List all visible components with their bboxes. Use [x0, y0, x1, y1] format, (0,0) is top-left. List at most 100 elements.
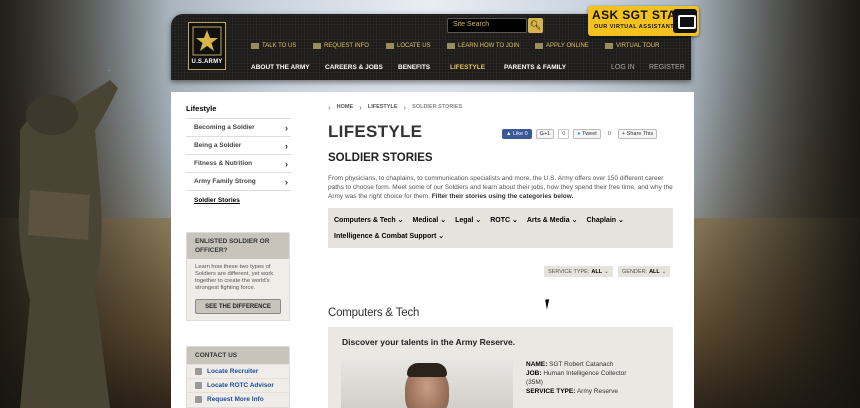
chevron-down-icon: ⌄ — [661, 268, 667, 275]
chevron-right-icon: › — [359, 102, 362, 112]
util-link-request[interactable]: REQUEST INFO — [313, 43, 369, 49]
soldier-silhouette-image — [18, 70, 118, 408]
filter-legal[interactable]: Legal ⌄ — [455, 216, 481, 224]
locate-rotc-link[interactable]: Locate ROTC Advisor — [187, 378, 289, 392]
chevron-down-icon: ⌄ — [475, 217, 482, 224]
chevron-down-icon: ⌄ — [511, 217, 518, 224]
soldier-service: Army Reserve — [576, 388, 619, 395]
chevron-down-icon: ⌄ — [618, 217, 624, 224]
filter-computers-tech[interactable]: Computers & Tech ⌄ — [334, 216, 404, 224]
magnifier-icon: 🔍︎ — [529, 20, 542, 30]
sidebar-item-soldier-stories[interactable]: Soldier Stories — [186, 191, 291, 209]
chevron-down-icon: ⌄ — [571, 217, 578, 224]
filter-rotc[interactable]: ROTC ⌄ — [490, 216, 518, 224]
chevron-right-icon: › — [328, 102, 331, 112]
flag-icon — [195, 382, 202, 389]
chevron-down-icon: ⌄ — [438, 233, 445, 240]
chevron-down-icon: ⌄ — [397, 217, 404, 224]
tweet-button[interactable]: ● Tweet — [573, 129, 601, 139]
chat-icon — [251, 43, 259, 49]
category-filter-bar: Computers & Tech ⌄ Medical ⌄ Legal ⌄ ROT… — [328, 208, 673, 248]
laptop-icon — [535, 43, 543, 49]
sgt-star-title: ASK SGT STAR — [592, 8, 686, 22]
envelope-icon — [195, 396, 202, 403]
soldier-photo[interactable] — [341, 360, 513, 408]
intro-text: From physicians, to chaplains, to commun… — [328, 175, 673, 200]
login-link[interactable]: LOG IN — [611, 64, 635, 71]
sidebar-nav: Lifestyle Becoming a Soldier › Being a So… — [186, 102, 291, 209]
sidebar-item-fitness[interactable]: Fitness & Nutrition › — [186, 155, 291, 173]
person-icon — [447, 43, 455, 49]
sgt-star-subtitle: OUR VIRTUAL ASSISTANT — [594, 24, 675, 30]
chevron-right-icon: › — [403, 102, 407, 112]
soldier-info: NAME: SGT Robert Catanach JOB: Human Int… — [526, 361, 627, 395]
soldier-job: Human Intelligence Collector — [543, 370, 627, 377]
register-link[interactable]: REGISTER — [649, 64, 685, 71]
speech-bubble-icon — [673, 9, 697, 33]
chevron-down-icon: ⌄ — [440, 217, 447, 224]
breadcrumb-lifestyle[interactable]: LIFESTYLE — [368, 104, 398, 110]
filter-chaplain[interactable]: Chaplain ⌄ — [586, 216, 623, 224]
share-bar: ▲ Like 0 G+1 0 ● Tweet 0 + Share This — [502, 129, 658, 139]
soldier-hair — [407, 363, 447, 377]
enlisted-box-text: Learn how these two types of Soldiers ar… — [195, 264, 274, 291]
army-logo[interactable]: U.S.ARMY — [188, 22, 226, 70]
main-content: › HOME › LIFESTYLE › SOLDIER STORIES LIF… — [328, 102, 673, 248]
search-button[interactable]: 🔍︎ — [528, 18, 543, 33]
sharethis-button[interactable]: + Share This — [617, 129, 658, 139]
soldier-story-card[interactable]: Discover your talents in the Army Reserv… — [328, 327, 673, 408]
map-pin-icon — [195, 368, 202, 375]
chevron-right-icon: › — [285, 176, 288, 187]
contact-box: CONTACT US Locate Recruiter Locate ROTC … — [186, 346, 290, 408]
filter-medical[interactable]: Medical ⌄ — [413, 216, 447, 224]
nav-benefits[interactable]: BENEFITS — [398, 64, 430, 71]
chevron-right-icon: › — [285, 140, 288, 151]
category-section-title: Computers & Tech — [328, 307, 420, 319]
util-link-locate[interactable]: LOCATE US — [386, 43, 431, 49]
contact-title: CONTACT US — [187, 347, 289, 364]
breadcrumb: › HOME › LIFESTYLE › SOLDIER STORIES — [328, 102, 673, 112]
google-plus-button[interactable]: G+1 — [535, 129, 555, 139]
see-difference-button[interactable]: SEE THE DIFFERENCE — [195, 299, 281, 314]
filter-arts-media[interactable]: Arts & Media ⌄ — [527, 216, 578, 224]
google-plus-count: 0 — [558, 129, 570, 139]
army-star-icon — [192, 26, 222, 56]
search-input[interactable]: Site Search — [447, 18, 527, 33]
sidebar-title: Lifestyle — [186, 102, 291, 119]
chevron-down-icon: ⌄ — [604, 268, 609, 275]
chevron-right-icon: › — [285, 122, 288, 133]
util-link-talk[interactable]: TALK TO US — [251, 43, 296, 49]
filter-intelligence[interactable]: Intelligence & Combat Support ⌄ — [334, 232, 444, 240]
envelope-icon — [313, 43, 321, 49]
soldier-name: SGT Robert Catanach — [549, 361, 614, 368]
sidebar-item-family[interactable]: Army Family Strong › — [186, 173, 291, 191]
map-pin-icon — [386, 43, 394, 49]
util-link-apply[interactable]: APPLY ONLINE — [535, 43, 589, 49]
section-subtitle: SOLDIER STORIES — [328, 152, 433, 164]
ask-sgt-star-button[interactable]: ASK SGT STAR OUR VIRTUAL ASSISTANT — [588, 6, 699, 36]
util-link-learn[interactable]: LEARN HOW TO JOIN — [447, 43, 519, 49]
soldier-job-code: (35M) — [526, 379, 543, 386]
gender-select[interactable]: GENDER: ALL ⌄ — [618, 266, 671, 277]
util-link-tour[interactable]: VIRTUAL TOUR — [605, 43, 659, 49]
chevron-right-icon: › — [285, 158, 288, 169]
facebook-like-button[interactable]: ▲ Like 0 — [502, 129, 532, 139]
logo-text: U.S.ARMY — [191, 59, 223, 65]
background-vignette-right — [690, 0, 860, 408]
locate-recruiter-link[interactable]: Locate Recruiter — [187, 364, 289, 378]
breadcrumb-home[interactable]: HOME — [337, 104, 354, 110]
card-heading: Discover your talents in the Army Reserv… — [342, 337, 516, 347]
nav-careers[interactable]: CAREERS & JOBS — [325, 64, 383, 71]
sidebar-item-becoming[interactable]: Becoming a Soldier › — [186, 119, 291, 137]
nav-about[interactable]: ABOUT THE ARMY — [251, 64, 310, 71]
enlisted-officer-box: ENLISTED SOLDIER OR OFFICER? Learn how t… — [186, 232, 290, 321]
service-type-select[interactable]: SERVICE TYPE: ALL ⌄ — [544, 266, 613, 277]
enlisted-box-title: ENLISTED SOLDIER OR OFFICER? — [187, 233, 289, 259]
nav-parents[interactable]: PARENTS & FAMILY — [504, 64, 566, 71]
nav-lifestyle[interactable]: LIFESTYLE — [450, 64, 485, 71]
sidebar-item-being[interactable]: Being a Soldier › — [186, 137, 291, 155]
mouse-cursor-icon — [545, 298, 555, 310]
thumbs-up-icon: ▲ — [506, 131, 513, 137]
request-info-link[interactable]: Request More Info — [187, 392, 289, 406]
breadcrumb-current: SOLDIER STORIES — [412, 104, 463, 110]
